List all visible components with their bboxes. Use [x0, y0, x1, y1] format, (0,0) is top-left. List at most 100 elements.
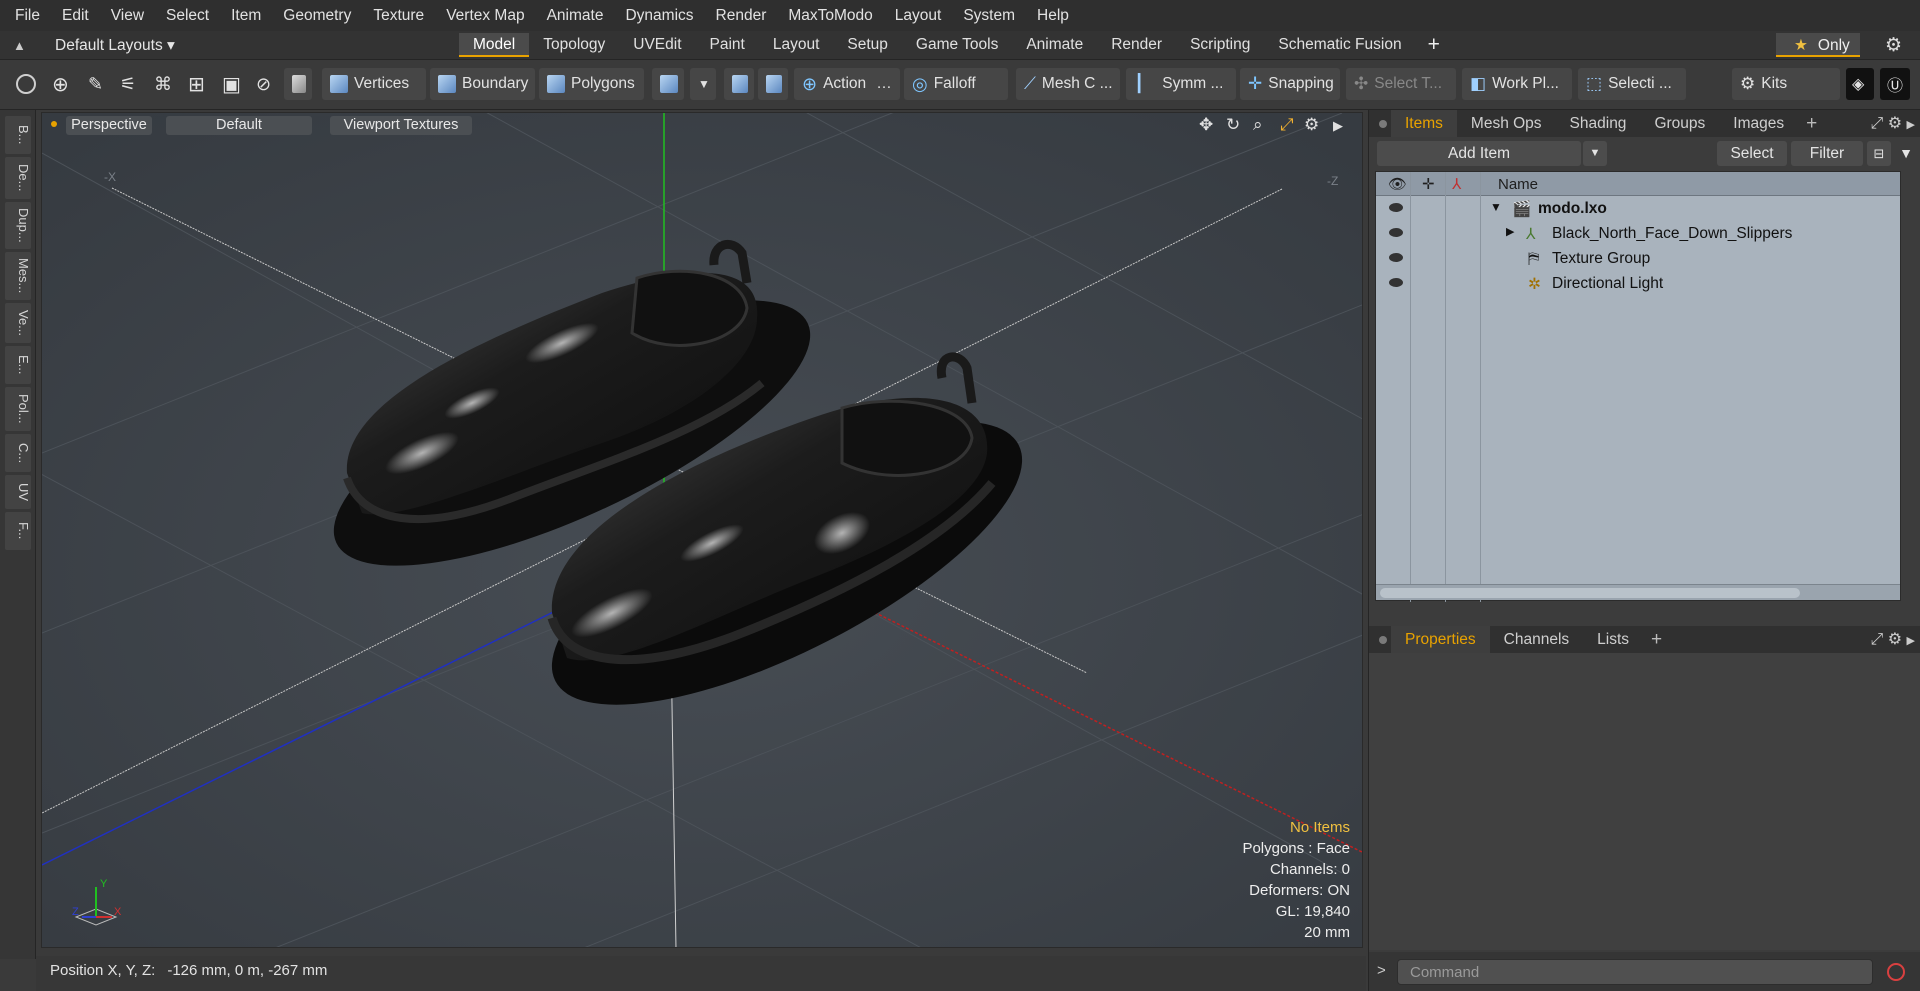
- menu-edit[interactable]: Edit: [51, 7, 100, 25]
- menu-file[interactable]: File: [0, 7, 51, 25]
- select-circle-button[interactable]: [8, 68, 36, 100]
- scrollbar-thumb[interactable]: [1380, 588, 1800, 598]
- grid-tool-button[interactable]: ⊞: [180, 68, 206, 100]
- tab-setup[interactable]: Setup: [833, 33, 902, 57]
- funnel-button[interactable]: ▼: [1895, 141, 1917, 166]
- list-item[interactable]: ▶ ⅄ Black_North_Face_Down_Slippers: [1376, 222, 1900, 247]
- vertices-button[interactable]: Vertices: [322, 68, 426, 100]
- pen-tool-button[interactable]: ✎: [80, 68, 106, 100]
- symmetry-shield-button[interactable]: [724, 68, 754, 100]
- list-item[interactable]: ⛿ Texture Group: [1376, 247, 1900, 272]
- left-tab-vertex[interactable]: Ve...: [5, 303, 31, 343]
- item-mode-button[interactable]: [284, 68, 312, 100]
- left-tab-duplicate[interactable]: Dup...: [5, 202, 31, 249]
- tab-schematic-fusion[interactable]: Schematic Fusion: [1264, 33, 1415, 57]
- menu-animate[interactable]: Animate: [536, 7, 615, 25]
- command-input[interactable]: [1397, 959, 1873, 985]
- tab-lists[interactable]: Lists: [1583, 626, 1643, 653]
- default-layouts-dropdown[interactable]: Default Layouts ▾: [55, 36, 175, 55]
- mesh-constraint-button[interactable]: ⟋ Mesh C ...: [1016, 68, 1120, 100]
- panel-menu-dot[interactable]: [1379, 119, 1387, 128]
- 3d-viewport[interactable]: -X -Z Perspective Default Viewport Textu…: [41, 112, 1363, 948]
- list-item[interactable]: ✲ Directional Light: [1376, 272, 1900, 297]
- expand-props-icon[interactable]: ⤢: [1870, 631, 1883, 648]
- action-button[interactable]: ⊕ Action…: [794, 68, 900, 100]
- tab-items[interactable]: Items: [1391, 110, 1457, 137]
- collapse-up-icon[interactable]: ▲: [13, 38, 26, 53]
- tab-topology[interactable]: Topology: [529, 33, 619, 57]
- props-menu-dot[interactable]: [1379, 635, 1387, 644]
- list-item[interactable]: ▼ 🎬 modo.lxo: [1376, 197, 1900, 222]
- add-item-button[interactable]: Add Item: [1377, 141, 1581, 166]
- menu-layout[interactable]: Layout: [884, 7, 953, 25]
- record-icon[interactable]: [1887, 963, 1905, 981]
- tab-shading[interactable]: Shading: [1556, 110, 1641, 137]
- tab-mesh-ops[interactable]: Mesh Ops: [1457, 110, 1556, 137]
- tab-layout[interactable]: Layout: [759, 33, 834, 57]
- tab-images[interactable]: Images: [1719, 110, 1798, 137]
- menu-help[interactable]: Help: [1026, 7, 1080, 25]
- eye-icon[interactable]: [1389, 278, 1403, 287]
- tab-paint[interactable]: Paint: [696, 33, 759, 57]
- boundary-button[interactable]: Boundary: [430, 68, 535, 100]
- filter-button[interactable]: Filter: [1791, 141, 1863, 166]
- select-through-button[interactable]: ✣ Select T...: [1346, 68, 1456, 100]
- left-tab-basic[interactable]: B...: [5, 116, 31, 154]
- rotate-icon[interactable]: ↻: [1226, 115, 1240, 135]
- tab-animate[interactable]: Animate: [1012, 33, 1097, 57]
- brush-tool-button[interactable]: ⚟: [112, 68, 138, 100]
- render-col-icon[interactable]: ⅄: [1452, 175, 1461, 193]
- select-button[interactable]: Select: [1717, 141, 1787, 166]
- center-shield-button[interactable]: [758, 68, 788, 100]
- menu-dynamics[interactable]: Dynamics: [614, 7, 704, 25]
- menu-geometry[interactable]: Geometry: [272, 7, 362, 25]
- maximize-icon[interactable]: ⤢: [1280, 115, 1294, 135]
- panel-gear-icon[interactable]: ⚙: [1888, 115, 1902, 132]
- tab-uvedit[interactable]: UVEdit: [619, 33, 695, 57]
- falloff-button[interactable]: ◎ Falloff: [904, 68, 1008, 100]
- left-tab-fusion[interactable]: F...: [5, 512, 31, 550]
- menu-select[interactable]: Select: [155, 7, 220, 25]
- add-tab-icon[interactable]: +: [1416, 33, 1452, 58]
- expand-arrow-icon[interactable]: ▼: [1490, 200, 1502, 214]
- mode-dropdown[interactable]: ▼: [690, 68, 716, 100]
- add-panel-tab-icon[interactable]: +: [1798, 113, 1825, 135]
- menu-view[interactable]: View: [100, 7, 155, 25]
- selection-sets-button[interactable]: ⬚ Selecti ...: [1578, 68, 1686, 100]
- viewport-menu-dot[interactable]: [51, 121, 57, 127]
- menu-vertex-map[interactable]: Vertex Map: [435, 7, 535, 25]
- collapsed-arrow-icon[interactable]: ▶: [1506, 225, 1514, 238]
- unreal-button[interactable]: Ⓤ: [1880, 68, 1910, 100]
- menu-maxtomodo[interactable]: MaxToModo: [777, 7, 883, 25]
- menu-render[interactable]: Render: [705, 7, 778, 25]
- left-tab-mesh-edit[interactable]: Mes...: [5, 252, 31, 300]
- tab-channels[interactable]: Channels: [1490, 626, 1584, 653]
- left-tab-uv[interactable]: UV: [5, 475, 31, 509]
- tab-game-tools[interactable]: Game Tools: [902, 33, 1012, 57]
- only-button[interactable]: ★ Only: [1776, 33, 1860, 57]
- eye-icon[interactable]: [1389, 253, 1403, 262]
- gear-icon[interactable]: ⚙: [1885, 34, 1902, 57]
- tab-scripting[interactable]: Scripting: [1176, 33, 1264, 57]
- circle-slash-button[interactable]: ⊘: [248, 68, 274, 100]
- shading-dropdown[interactable]: Default: [166, 116, 312, 135]
- viewport-gear-icon[interactable]: ⚙: [1304, 115, 1319, 135]
- add-item-dropdown[interactable]: ▼: [1583, 141, 1607, 166]
- menu-texture[interactable]: Texture: [362, 7, 435, 25]
- horizontal-scrollbar[interactable]: [1376, 584, 1900, 600]
- visibility-col-eye-icon[interactable]: 👁: [1388, 175, 1407, 193]
- snapping-button[interactable]: ✛ Snapping: [1240, 68, 1340, 100]
- viewport-expand-icon[interactable]: ▶: [1333, 118, 1343, 134]
- frame-tool-button[interactable]: ▣: [214, 68, 241, 100]
- add-props-tab-icon[interactable]: +: [1643, 629, 1670, 651]
- viewport-textures-dropdown[interactable]: Viewport Textures: [330, 116, 472, 135]
- tab-groups[interactable]: Groups: [1640, 110, 1719, 137]
- collapse-list-button[interactable]: ⊟: [1867, 141, 1891, 166]
- eye-icon[interactable]: [1389, 203, 1403, 212]
- tab-properties[interactable]: Properties: [1391, 626, 1490, 653]
- name-column-header[interactable]: Name: [1498, 176, 1538, 193]
- eye-icon[interactable]: [1389, 228, 1403, 237]
- pan-icon[interactable]: ✥: [1199, 115, 1213, 135]
- tab-model[interactable]: Model: [459, 33, 530, 57]
- material-mode-button[interactable]: [652, 68, 684, 100]
